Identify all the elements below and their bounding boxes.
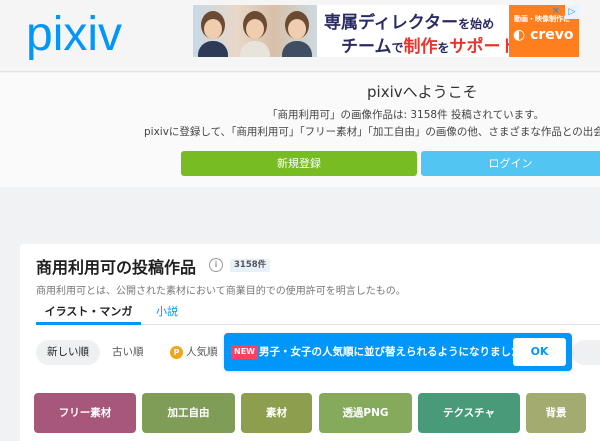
count-badge: 3158件 xyxy=(230,259,271,272)
new-badge: NEW xyxy=(231,345,258,359)
tag-material[interactable]: 素材 xyxy=(241,393,312,433)
ad-subline: チームで制作をサポート xyxy=(341,37,518,57)
toast-message: 男子・女子の人気順に並び替えられるようになりました xyxy=(259,346,522,358)
tag-texture[interactable]: テクスチャ xyxy=(418,393,520,433)
tag-background[interactable]: 背景 xyxy=(526,393,586,433)
tag-free-editing[interactable]: 加工自由 xyxy=(142,393,235,433)
section-description: 商用利用可とは、公開された素材において商業目的での使用許可を明言したもの。 xyxy=(36,286,406,297)
tag-transparent-png[interactable]: 透過PNG xyxy=(319,393,412,433)
ad-headline: 専属ディレクターを始め xyxy=(324,13,495,33)
sort-oldest-button[interactable]: 古い順 xyxy=(112,340,152,365)
sort-newest-button[interactable]: 新しい順 xyxy=(36,340,100,365)
ad-photo xyxy=(193,5,317,57)
ad-close-icon[interactable]: ✕ xyxy=(549,5,563,19)
login-button[interactable]: ログイン xyxy=(421,151,600,176)
welcome-count-text: 「商用利用可」の画像作品は: 3158件 投稿されています。 xyxy=(267,109,545,121)
premium-icon: P xyxy=(170,345,183,359)
signup-button[interactable]: 新規登録 xyxy=(181,151,417,176)
ad-banner[interactable]: 専属ディレクターを始め チームで制作をサポート 動画・映像制作に ◐ crevo… xyxy=(193,5,579,57)
info-icon[interactable]: i xyxy=(209,258,223,272)
tag-free-material[interactable]: フリー素材 xyxy=(34,393,136,433)
toast-ok-button[interactable]: OK xyxy=(513,338,566,366)
crevo-logo: ◐ crevo xyxy=(513,27,574,43)
welcome-title: pixivへようこそ xyxy=(367,83,478,101)
sort-option-partial[interactable] xyxy=(572,340,600,365)
adchoices-icon[interactable]: ▷ xyxy=(565,5,579,19)
tab-novel[interactable]: 小説 xyxy=(150,302,184,324)
welcome-description: pixivに登録して、「商用利用可」「フリー素材」「加工自由」の画像の他、さまざ… xyxy=(144,126,600,138)
section-title: 商用利用可の投稿作品 xyxy=(36,258,197,277)
notification-toast: NEW 男子・女子の人気順に並び替えられるようになりました OK xyxy=(224,333,572,371)
pixiv-logo[interactable]: pixiv xyxy=(26,9,122,61)
tab-illust-manga[interactable]: イラスト・マンガ xyxy=(36,302,141,325)
sort-popular-button[interactable]: P 人気順 xyxy=(170,340,230,365)
